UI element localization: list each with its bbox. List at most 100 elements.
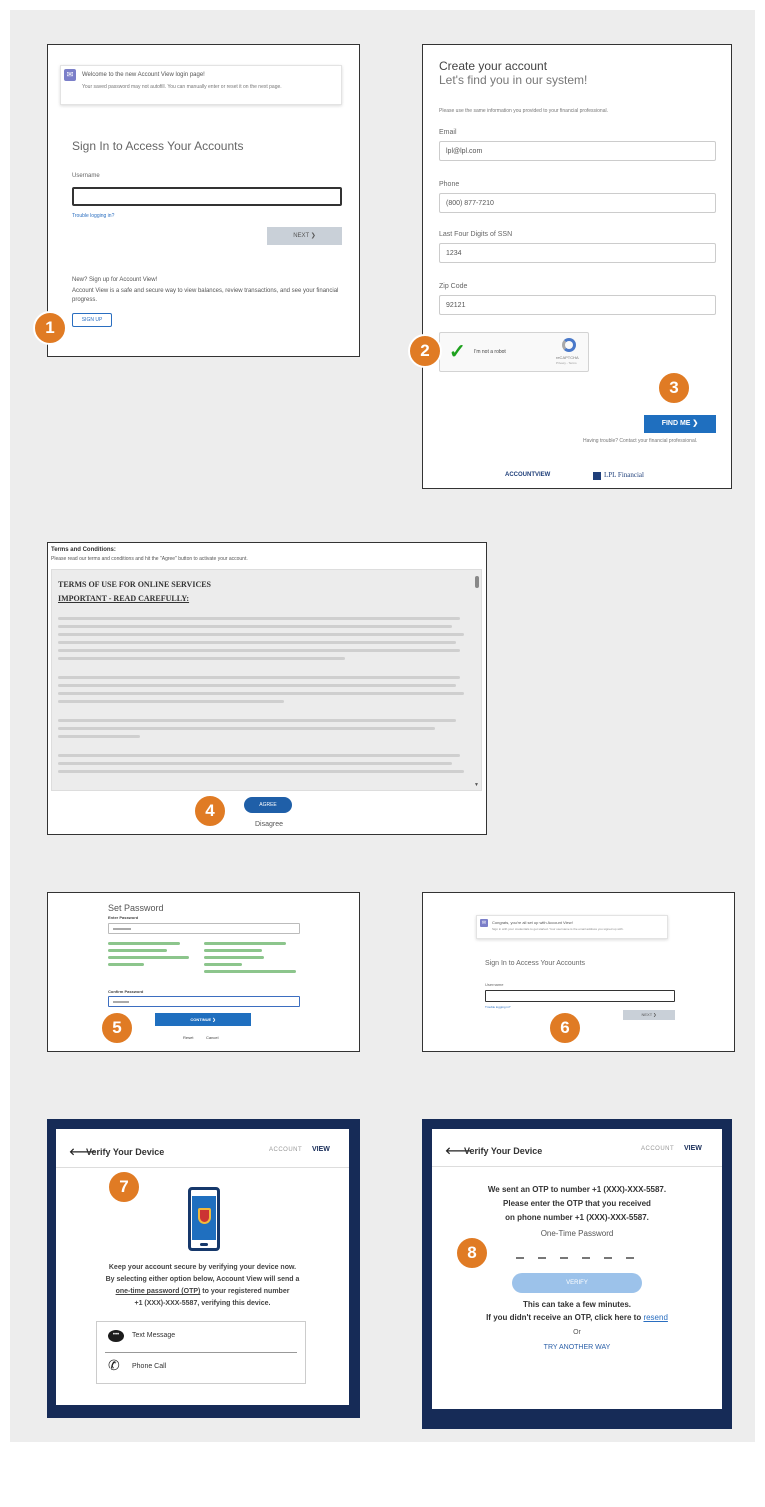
verify-text-3b: to your registered number bbox=[200, 1288, 290, 1295]
verify-text-1: Keep your account secure by verifying yo… bbox=[108, 1264, 297, 1271]
otp-digit-slot bbox=[516, 1257, 524, 1259]
phone-call-label: Phone Call bbox=[132, 1363, 167, 1370]
next-button[interactable]: NEXT ❯ bbox=[623, 1010, 675, 1020]
zip-field[interactable]: 92121 bbox=[439, 295, 716, 315]
resend-prefix: If you didn't receive an OTP, click here… bbox=[486, 1313, 644, 1322]
terms-heading-1: TERMS OF USE FOR ONLINE SERVICES bbox=[58, 580, 212, 589]
trouble-text: Having trouble? Contact your financial p… bbox=[583, 438, 698, 444]
otp-line-1: We sent an OTP to number +1 (XXX)-XXX-55… bbox=[487, 1185, 667, 1194]
confirm-password-field[interactable] bbox=[108, 996, 300, 1007]
masked-number: +1 (XXX)-XXX-5587, bbox=[134, 1300, 200, 1307]
verify-text-4b: verifying this device. bbox=[199, 1300, 271, 1307]
terms-instructions: Please read our terms and conditions and… bbox=[51, 556, 248, 562]
verify-button[interactable]: VERIFY bbox=[512, 1273, 642, 1293]
continue-button[interactable]: CONTINUE ❯ bbox=[155, 1013, 251, 1026]
recaptcha-box[interactable]: ✓ I'm not a robot reCAPTCHA Privacy - Te… bbox=[439, 332, 589, 372]
checkmark-icon: ✓ bbox=[449, 341, 466, 363]
scroll-down-icon[interactable]: ▼ bbox=[474, 782, 479, 788]
phone-field[interactable]: (800) 877-7210 bbox=[439, 193, 716, 213]
signin-heading: Sign In to Access Your Accounts bbox=[485, 960, 586, 967]
username-input[interactable] bbox=[485, 990, 675, 1002]
create-instructions: Please use the same information you prov… bbox=[439, 108, 608, 114]
step-badge-4: 4 bbox=[193, 794, 227, 828]
verify-title: Verify Your Device bbox=[86, 1147, 165, 1157]
cancel-link[interactable]: Cancel bbox=[206, 1035, 218, 1040]
signin-heading: Sign In to Access Your Accounts bbox=[72, 139, 244, 153]
brand-account: ACCOUNT bbox=[269, 1147, 303, 1153]
step-badge-3: 3 bbox=[657, 371, 691, 405]
step-badge-2: 2 bbox=[408, 334, 442, 368]
ssn-label: Last Four Digits of SSN bbox=[439, 231, 513, 238]
captcha-text: I'm not a robot bbox=[474, 349, 506, 355]
terms-heading-2: IMPORTANT - READ CAREFULLY: bbox=[58, 594, 190, 603]
enter-password-field[interactable] bbox=[108, 923, 300, 934]
wait-text: This can take a few minutes. bbox=[522, 1300, 632, 1309]
phone-icon: ✆ bbox=[108, 1357, 120, 1373]
signup-button[interactable]: SIGN UP bbox=[72, 313, 112, 327]
username-label: Username bbox=[72, 173, 100, 179]
banner-text: Your saved password may not autofill. Yo… bbox=[82, 84, 282, 90]
email-label: Email bbox=[439, 129, 457, 136]
verify-text-3: one-time password (OTP) to your register… bbox=[56, 1288, 349, 1295]
create-title: Create your account bbox=[439, 59, 548, 73]
password-mask bbox=[113, 928, 131, 930]
otp-digit-slot bbox=[560, 1257, 568, 1259]
username-input[interactable] bbox=[72, 187, 342, 206]
resend-link[interactable]: resend bbox=[643, 1313, 667, 1322]
zip-label: Zip Code bbox=[439, 283, 468, 290]
otp-line-3: on phone number +1 (XXX)-XXX-5587. bbox=[505, 1213, 649, 1222]
brand-account: ACCOUNT bbox=[641, 1146, 675, 1152]
option-phone-call[interactable]: ✆ Phone Call bbox=[97, 1354, 305, 1384]
captcha-brand: reCAPTCHA bbox=[556, 355, 579, 360]
congrats-text: Sign in with your credentials to get sta… bbox=[492, 927, 624, 931]
verify-device-card: 🡐 Verify Your Device ACCOUNT VIEW Keep y… bbox=[56, 1129, 349, 1405]
verify-text-2: By selecting either option below, Accoun… bbox=[105, 1276, 300, 1283]
terms-scrollbar[interactable] bbox=[475, 576, 479, 588]
step-badge-6: 6 bbox=[548, 1011, 582, 1045]
brand-view: VIEW bbox=[312, 1146, 330, 1153]
ssn-field[interactable]: 1234 bbox=[439, 243, 716, 263]
lpl-logo-icon bbox=[593, 472, 601, 480]
trouble-link[interactable]: Trouble logging in? bbox=[72, 213, 114, 219]
phone-home-button bbox=[200, 1243, 208, 1246]
confirm-password-label: Confirm Password bbox=[108, 989, 144, 994]
otp-digit-slot bbox=[604, 1257, 612, 1259]
recaptcha-icon bbox=[562, 338, 576, 352]
delivery-options: ••• Text Message ✆ Phone Call bbox=[96, 1321, 306, 1384]
username-label: Username bbox=[485, 982, 504, 987]
chat-bubble-icon: ••• bbox=[108, 1330, 124, 1342]
trouble-link[interactable]: Trouble logging in? bbox=[485, 1005, 510, 1009]
phone-label: Phone bbox=[439, 181, 460, 188]
step-badge-1: 1 bbox=[33, 311, 67, 345]
option-text-message[interactable]: ••• Text Message bbox=[97, 1322, 305, 1352]
terms-title: Terms and Conditions: bbox=[51, 547, 116, 553]
otp-title: Verify Your Device bbox=[464, 1146, 543, 1156]
shield-icon bbox=[198, 1208, 211, 1224]
terms-scroll-box[interactable]: TERMS OF USE FOR ONLINE SERVICES IMPORTA… bbox=[51, 569, 482, 791]
try-another-way-link[interactable]: TRY ANOTHER WAY bbox=[432, 1344, 722, 1351]
create-subtitle: Let's find you in our system! bbox=[439, 73, 588, 87]
email-field[interactable]: lpl@lpl.com bbox=[439, 141, 716, 161]
findme-button[interactable]: FIND ME ❯ bbox=[644, 415, 716, 433]
otp-digit-slot bbox=[538, 1257, 546, 1259]
setpwd-title: Set Password bbox=[108, 903, 164, 913]
banner-title: Welcome to the new Account View login pa… bbox=[82, 72, 205, 78]
reset-link[interactable]: Reset bbox=[183, 1035, 193, 1040]
resend-line: If you didn't receive an OTP, click here… bbox=[432, 1313, 722, 1322]
or-text: Or bbox=[573, 1329, 581, 1336]
otp-input[interactable] bbox=[516, 1249, 636, 1263]
accountview-logo: ACCOUNTVIEW bbox=[505, 472, 551, 478]
next-button[interactable]: NEXT ❯ bbox=[267, 227, 342, 245]
password-rules bbox=[108, 938, 300, 980]
phone-shield-icon bbox=[188, 1187, 220, 1251]
create-account-panel: Create your account Let's find you in ou… bbox=[422, 44, 732, 489]
otp-digit-slot bbox=[626, 1257, 634, 1259]
agree-button[interactable]: AGREE bbox=[244, 797, 292, 813]
otp-line-2: Please enter the OTP that you received bbox=[503, 1199, 651, 1208]
disagree-link[interactable]: Disagree bbox=[255, 821, 283, 828]
set-password-panel: Set Password Enter Password Confirm Pass… bbox=[47, 892, 360, 1052]
enter-password-label: Enter Password bbox=[108, 915, 139, 920]
welcome-banner: ✉ Welcome to the new Account View login … bbox=[60, 65, 342, 105]
step-badge-7: 7 bbox=[107, 1170, 141, 1204]
signin-panel: ✉ Welcome to the new Account View login … bbox=[47, 44, 360, 357]
